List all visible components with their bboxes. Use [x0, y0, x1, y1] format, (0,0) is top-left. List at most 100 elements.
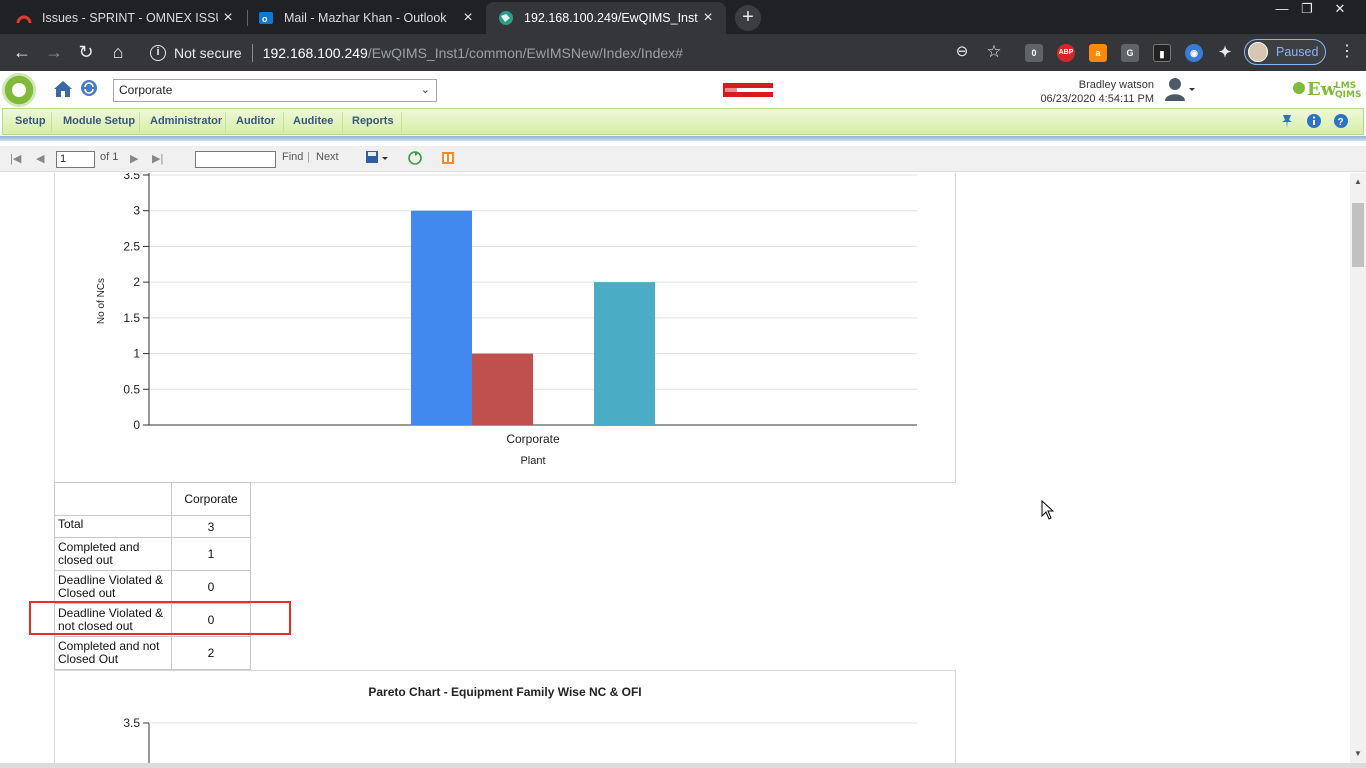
browser-tabstrip: Issues - SPRINT - OMNEX ISSUE × o Mail -…: [0, 0, 1366, 34]
menu-setup[interactable]: Setup: [15, 115, 46, 127]
next-page-icon[interactable]: ▶: [130, 152, 138, 165]
profile-avatar: [1248, 42, 1268, 62]
extensions-puzzle-icon[interactable]: ✦: [1216, 44, 1234, 62]
row-label: Deadline Violated & Closed out: [54, 570, 172, 604]
address-bar[interactable]: i Not secure 192.168.100.249 /EwQIMS_Ins…: [140, 38, 1016, 67]
extension-badge-count: 0: [1031, 48, 1037, 58]
menu-divider: [283, 112, 284, 132]
scroll-up-icon[interactable]: ▲: [1350, 177, 1366, 186]
info-icon[interactable]: i: [150, 44, 166, 61]
menu-divider: [225, 112, 226, 132]
scroll-down-icon[interactable]: ▼: [1350, 749, 1366, 758]
table-header-row: Corporate: [54, 482, 251, 516]
svg-text:Ew: Ew: [1307, 79, 1337, 100]
report-content: 0 0.5 1 1.5 2 2.5 3 3.5 Corporate Plant No of NCs …: [0, 173, 1350, 763]
x-category-label: Corporate: [506, 432, 560, 446]
chevron-down-icon: ⌄: [420, 84, 430, 96]
pdf-icon[interactable]: ▮: [1153, 44, 1171, 62]
restore-icon[interactable]: ❐: [1290, 0, 1324, 18]
table-corner-cell: [54, 482, 172, 516]
tab-issues[interactable]: Issues - SPRINT - OMNEX ISSUE ×: [0, 2, 246, 34]
menu-auditee[interactable]: Auditee: [293, 115, 333, 127]
browser-toolbar: ← → ↻ ⌂ i Not secure 192.168.100.249 /Ew…: [0, 34, 1366, 71]
plant-select[interactable]: Corporate ⌄: [113, 79, 437, 102]
page-scrollbar[interactable]: ▲ ▼: [1350, 173, 1366, 763]
page-count: of 1: [100, 151, 119, 163]
page-number-input[interactable]: 1: [56, 151, 95, 168]
y-tick-label: 1.5: [123, 311, 140, 325]
y-tick-label: 2: [133, 275, 140, 289]
new-tab-button[interactable]: +: [735, 5, 761, 31]
zoom-icon[interactable]: ⊖: [951, 42, 973, 64]
previous-page-icon[interactable]: ◀: [36, 152, 44, 165]
find-next-link[interactable]: Next: [316, 151, 339, 163]
nc-status-table: Corporate Total 3 Completed and closed o…: [54, 482, 251, 670]
find-text-input[interactable]: [195, 151, 276, 168]
adblock-icon[interactable]: ABP: [1057, 44, 1075, 62]
find-separator: |: [307, 151, 310, 163]
first-page-icon[interactable]: |◀: [10, 152, 21, 165]
tab-title: Issues - SPRINT - OMNEX ISSUE: [42, 11, 218, 25]
plant-select-value: Corporate: [119, 83, 173, 97]
back-icon[interactable]: ←: [11, 42, 33, 64]
bar-series-1: [411, 210, 472, 425]
url-host: 192.168.100.249: [262, 44, 368, 61]
row-value: 2: [171, 636, 251, 670]
refresh-report-icon[interactable]: [408, 151, 422, 168]
reload-icon[interactable]: ↻: [75, 42, 97, 64]
close-tab-icon[interactable]: ×: [698, 9, 718, 27]
menu-module-setup[interactable]: Module Setup: [63, 115, 135, 127]
tab-outlook[interactable]: o Mail - Mazhar Khan - Outlook ×: [248, 2, 486, 34]
menu-reports[interactable]: Reports: [352, 115, 394, 127]
row-label: Completed and closed out: [54, 537, 172, 571]
refresh-icon[interactable]: [79, 78, 101, 100]
bar-series-4: [594, 282, 655, 425]
menu-divider: [342, 112, 343, 132]
svg-text:QIMS: QIMS: [1335, 90, 1361, 100]
g-extension-icon[interactable]: G: [1121, 44, 1139, 62]
y-tick-label: 0: [133, 418, 140, 432]
scrollbar-thumb[interactable]: [1352, 203, 1364, 267]
menu-divider: [51, 112, 52, 132]
svg-text:o: o: [262, 14, 268, 24]
home-icon[interactable]: [52, 78, 74, 100]
help-icon[interactable]: ?: [1333, 113, 1349, 132]
x-axis-title: Plant: [520, 455, 545, 467]
last-page-icon[interactable]: ▶|: [152, 152, 163, 165]
tab-title: 192.168.100.249/EwQIMS_Inst1/c: [524, 11, 698, 25]
row-value: 3: [171, 515, 251, 538]
row-value: 0: [171, 570, 251, 604]
forward-icon[interactable]: →: [43, 42, 65, 64]
extension-badge-icon[interactable]: 0: [1025, 44, 1043, 62]
more-menu-icon[interactable]: ⋮: [1336, 42, 1358, 64]
home-icon[interactable]: ⌂: [107, 42, 129, 64]
main-menu: Setup Module Setup Administrator Auditor…: [2, 108, 1364, 135]
user-avatar-icon[interactable]: [1164, 76, 1195, 102]
menu-auditor[interactable]: Auditor: [236, 115, 275, 127]
bookmark-star-icon[interactable]: ☆: [983, 42, 1005, 64]
pareto-chart: Pareto Chart - Equipment Family Wise NC …: [54, 670, 956, 763]
pin-icon[interactable]: [1279, 113, 1295, 132]
menu-divider: [401, 112, 402, 132]
menu-administrator[interactable]: Administrator: [150, 115, 222, 127]
info-icon[interactable]: [1306, 113, 1322, 132]
amazon-icon[interactable]: a: [1089, 44, 1107, 62]
table-row: Completed and not Closed Out 2: [54, 636, 251, 670]
close-tab-icon[interactable]: ×: [218, 9, 238, 27]
close-tab-icon[interactable]: ×: [458, 9, 478, 27]
table-row: Total 3: [54, 515, 251, 538]
chrome-ext-icon[interactable]: ◉: [1185, 44, 1203, 62]
y-tick-label: 2.5: [123, 239, 140, 253]
close-window-icon[interactable]: ✕: [1323, 0, 1357, 18]
tab-ewqims[interactable]: 192.168.100.249/EwQIMS_Inst1/c ×: [486, 2, 726, 34]
ewqims-brand-logo: Ew LMS QIMS: [1291, 75, 1363, 106]
table-column-header: Corporate: [171, 482, 251, 516]
find-link[interactable]: Find: [282, 151, 303, 163]
url-path: /EwQIMS_Inst1/common/EwIMSNew/Index/Inde…: [367, 44, 683, 61]
profile-button[interactable]: Paused: [1244, 39, 1326, 65]
mouse-cursor-icon: [1041, 499, 1055, 523]
print-layout-icon[interactable]: [441, 151, 455, 168]
table-row: Completed and closed out 1: [54, 537, 251, 571]
export-save-icon[interactable]: [365, 150, 391, 169]
highlight-annotation-box: [29, 601, 291, 635]
